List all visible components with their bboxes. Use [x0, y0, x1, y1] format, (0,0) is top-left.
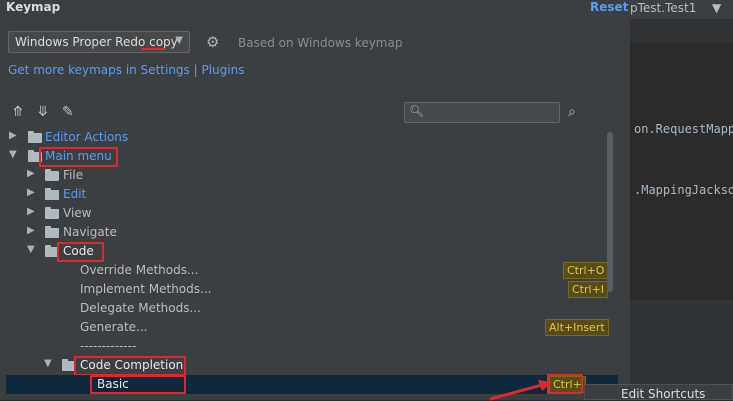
tree-label: Implement Methods... — [80, 282, 212, 296]
tree-label: Editor Actions — [45, 130, 129, 144]
red-box-annotation — [74, 356, 186, 376]
red-box-annotation — [39, 147, 118, 167]
folder-icon — [45, 169, 59, 181]
chevron-right-icon[interactable]: ▶ — [27, 225, 35, 236]
editor-actions-icon — [28, 131, 42, 143]
tree-row-code-completion[interactable]: ▼ Code Completion — [6, 356, 618, 376]
separator-label: ------------- — [80, 339, 137, 353]
editor-background: pTest.Test1 ▼ on.RequestMapp .MappingJac… — [630, 0, 733, 400]
tree-label: Generate... — [80, 320, 148, 334]
code-line: on.RequestMapp — [634, 122, 733, 136]
chevron-down-icon[interactable]: ▼ — [9, 149, 17, 160]
tree-row-view[interactable]: ▶ View — [6, 204, 618, 223]
get-more-keymaps-link[interactable]: Get more keymaps in Settings | Plugins — [8, 63, 244, 77]
edit-shortcuts-menu-item[interactable]: Edit Shortcuts — [621, 387, 705, 401]
tree-row-edit[interactable]: ▶ Edit — [6, 185, 618, 204]
chevron-right-icon[interactable]: ▶ — [9, 130, 17, 141]
chevron-right-icon[interactable]: ▶ — [27, 187, 35, 198]
pencil-icon[interactable]: ✎ — [62, 104, 74, 120]
red-arrow-annotation — [489, 380, 552, 401]
tree-row-delegate-methods[interactable]: Delegate Methods... — [6, 299, 618, 318]
chevron-right-icon[interactable]: ▶ — [27, 168, 35, 179]
shortcut-badge: Ctrl+I — [568, 281, 609, 298]
code-line: .MappingJackso — [634, 183, 733, 197]
tree-label: View — [63, 206, 92, 220]
tree-row-implement-methods[interactable]: Implement Methods... Ctrl+I — [6, 280, 618, 299]
folder-icon — [45, 188, 59, 200]
red-box-annotation — [90, 375, 186, 394]
based-on-label: Based on Windows keymap — [238, 36, 403, 50]
search-icon: 🔍︎ — [409, 104, 425, 118]
chevron-down-icon[interactable]: ▼ — [27, 244, 35, 255]
tree-scrollbar[interactable] — [607, 132, 613, 292]
tree-row-file[interactable]: ▶ File — [6, 166, 618, 185]
expand-all-icon[interactable]: ⤊ — [12, 104, 24, 120]
red-box-annotation — [57, 242, 104, 262]
tree-label: Edit — [63, 187, 87, 201]
tree-row-override-methods[interactable]: Override Methods... Ctrl+O — [6, 261, 618, 280]
tree-label: File — [63, 168, 84, 182]
tree-row-navigate[interactable]: ▶ Navigate — [6, 223, 618, 242]
reset-link[interactable]: Reset — [590, 0, 628, 14]
keymap-combo-value: Windows Proper Redo copy — [15, 35, 178, 49]
search-input[interactable]: 🔍︎ — [404, 102, 560, 123]
collapse-all-icon[interactable]: ⤋ — [37, 104, 49, 120]
tree-row-code[interactable]: ▼ Code — [6, 242, 618, 262]
tree-row-main-menu[interactable]: ▼ Main menu — [6, 147, 618, 167]
run-config-selector[interactable]: pTest.Test1 ▼ — [630, 0, 733, 20]
chevron-down-icon: ▼ — [712, 1, 722, 15]
shortcut-badge: Ctrl+O — [563, 262, 609, 279]
action-tree: ▶ Editor Actions ▼ Main menu ▶ File ▶ Ed… — [6, 128, 618, 400]
editor-gutter — [630, 20, 733, 42]
red-underline-annotation — [142, 48, 166, 50]
tree-label: Navigate — [63, 225, 117, 239]
panel-title: Keymap — [6, 0, 61, 14]
folder-icon — [45, 207, 59, 219]
keymap-panel: Keymap Reset Windows Proper Redo copy ▼ … — [0, 0, 630, 400]
tree-label: Override Methods... — [80, 263, 199, 277]
chevron-right-icon[interactable]: ▶ — [27, 206, 35, 217]
context-menu: Edit Shortcuts — [584, 384, 733, 401]
tree-row-generate[interactable]: Generate... Alt+Insert — [6, 318, 618, 337]
tree-row-separator: ------------- — [6, 337, 618, 356]
chevron-down-icon[interactable]: ▼ — [44, 358, 52, 369]
folder-icon — [45, 226, 59, 238]
shortcut-badge: Alt+Insert — [545, 319, 609, 336]
tree-label: Delegate Methods... — [80, 301, 201, 315]
gear-icon[interactable]: ⚙ — [206, 33, 219, 51]
chevron-down-icon: ▼ — [175, 35, 183, 46]
tree-row-editor-actions[interactable]: ▶ Editor Actions — [6, 128, 618, 147]
find-by-shortcut-icon[interactable]: ⌕ — [568, 104, 576, 120]
run-config-label: pTest.Test1 — [630, 1, 697, 15]
